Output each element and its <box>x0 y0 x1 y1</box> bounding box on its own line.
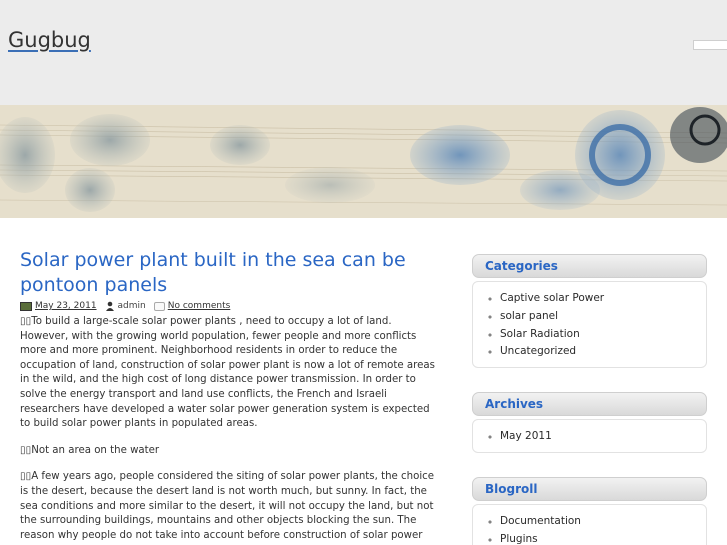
site-header: Gugbug <box>0 0 727 105</box>
post-date-link[interactable]: May 23, 2011 <box>35 301 97 311</box>
post-paragraph: ▯▯A few years ago, people considered the… <box>20 471 435 541</box>
widget-title: Categories <box>472 254 707 278</box>
header-banner-image <box>0 105 727 218</box>
comment-icon <box>153 301 165 311</box>
search-input[interactable] <box>693 40 727 50</box>
post-paragraph: ▯▯Not an area on the water <box>20 444 160 456</box>
archive-link[interactable]: May 2011 <box>500 428 706 446</box>
post-meta: May 23, 2011 admin No comments <box>20 300 440 312</box>
site-title-link[interactable]: Gugbug <box>8 28 91 52</box>
post-author: admin <box>117 301 146 311</box>
categories-list: Captive solar Power solar panel Solar Ra… <box>472 281 707 369</box>
blogroll-list: Documentation Plugins <box>472 504 707 545</box>
widget-title: Archives <box>472 392 707 416</box>
widget-title: Blogroll <box>472 477 707 501</box>
category-link[interactable]: Solar Radiation <box>500 326 706 344</box>
category-link[interactable]: solar panel <box>500 308 706 326</box>
post-body: ▯▯To build a large-scale solar power pla… <box>20 315 440 543</box>
post-comments-link[interactable]: No comments <box>168 301 231 311</box>
archives-list: May 2011 <box>472 419 707 453</box>
post-title-link[interactable]: Solar power plant built in the sea can b… <box>20 248 440 298</box>
user-icon <box>105 301 114 311</box>
blogroll-link[interactable]: Plugins <box>500 531 706 545</box>
archives-widget: Archives May 2011 <box>472 392 707 453</box>
post-content: Solar power plant built in the sea can b… <box>20 248 440 543</box>
categories-widget: Categories Captive solar Power solar pan… <box>472 254 707 369</box>
blogroll-link[interactable]: Documentation <box>500 513 706 531</box>
blogroll-widget: Blogroll Documentation Plugins <box>472 477 707 545</box>
post-paragraph: ▯▯To build a large-scale solar power pla… <box>20 316 435 430</box>
calendar-icon <box>20 301 32 311</box>
category-link[interactable]: Uncategorized <box>500 343 706 361</box>
category-link[interactable]: Captive solar Power <box>500 290 706 308</box>
